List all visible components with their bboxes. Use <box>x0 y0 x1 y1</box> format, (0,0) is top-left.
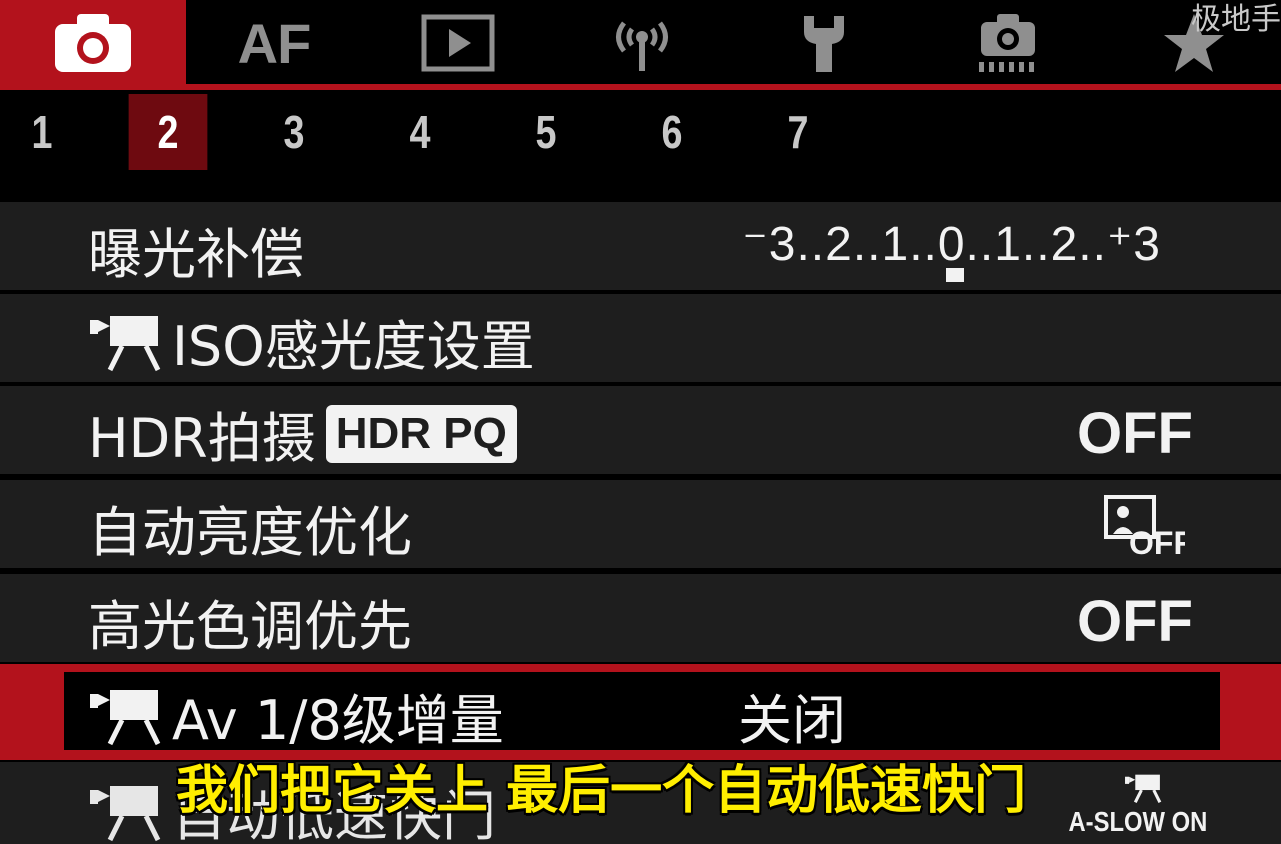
menu-item-auto-lighting-optimizer[interactable]: 自动亮度优化 OFF <box>0 480 1281 568</box>
wireless-icon <box>616 21 668 71</box>
auto-lighting-optimizer-off-icon: OFF <box>1103 494 1193 561</box>
video-subtitle: 我们把它关上 最后一个自动低速快门 <box>176 761 1027 821</box>
tab-custom-functions[interactable] <box>948 0 1068 86</box>
menu-item-label: 曝光补偿 <box>88 223 304 286</box>
movie-icon <box>1125 774 1162 804</box>
movie-icon <box>90 315 161 371</box>
movie-icon <box>90 689 161 745</box>
wrench-icon <box>804 16 844 72</box>
movie-icon <box>90 785 161 841</box>
exposure-scale: ⁻3..2..1..0..1..2..⁺3 <box>742 218 1161 271</box>
af-label: AF <box>237 11 312 75</box>
menu-item-label: ISO感光度设置 <box>172 315 535 378</box>
menu-item-value: A-SLOW ON <box>1068 806 1207 837</box>
page-tab-2[interactable]: 2 <box>128 94 208 170</box>
page-tab-3[interactable]: 3 <box>255 94 334 170</box>
menu-item-exposure-compensation[interactable]: 曝光补偿 ⁻3..2..1..0..1..2..⁺3 <box>0 202 1281 290</box>
hdr-pq-badge: HDR PQ <box>325 404 517 463</box>
tab-af[interactable]: AF <box>214 0 334 86</box>
page-tab-4[interactable]: 4 <box>381 94 460 170</box>
menu-item-iso-settings[interactable]: ISO感光度设置 <box>0 294 1281 382</box>
menu-category-bar: AF 极地手 <box>0 0 1281 86</box>
menu-item-label-group: HDR拍摄 HDR PQ <box>88 394 517 473</box>
watermark: 极地手 <box>1191 2 1281 37</box>
page-tab-1[interactable]: 1 <box>3 94 82 170</box>
menu-item-value: 关闭 <box>738 689 846 752</box>
menu-item-value: OFF <box>1077 401 1193 466</box>
menu-item-highlight-tone-priority[interactable]: 高光色调优先 OFF <box>0 574 1281 662</box>
page-tab-7[interactable]: 7 <box>759 94 838 170</box>
page-tab-bar: 1 2 3 4 5 6 7 <box>0 90 1281 200</box>
custom-function-icon <box>979 14 1035 72</box>
menu-item-label: 高光色调优先 <box>88 595 412 658</box>
menu-item-label: HDR拍摄 <box>88 407 316 470</box>
menu-item-value: OFF <box>1077 589 1193 654</box>
camera-icon <box>55 14 131 72</box>
exposure-indicator <box>946 268 964 282</box>
tab-playback[interactable] <box>398 0 518 86</box>
menu-item-label: Av 1/8级增量 <box>172 689 504 752</box>
menu-item-label: 自动亮度优化 <box>88 501 412 564</box>
menu-item-label-group: ISO感光度设置 <box>88 302 535 381</box>
tab-shooting[interactable] <box>0 0 186 86</box>
page-tab-5[interactable]: 5 <box>507 94 586 170</box>
tab-setup[interactable] <box>764 0 884 86</box>
tab-wireless[interactable] <box>582 0 702 86</box>
page-tab-6[interactable]: 6 <box>633 94 712 170</box>
playback-icon <box>421 14 495 72</box>
alo-off-text: OFF <box>1129 525 1185 556</box>
menu-item-hdr-shooting[interactable]: HDR拍摄 HDR PQ OFF <box>0 386 1281 474</box>
menu-item-label-group: Av 1/8级增量 <box>88 676 504 755</box>
